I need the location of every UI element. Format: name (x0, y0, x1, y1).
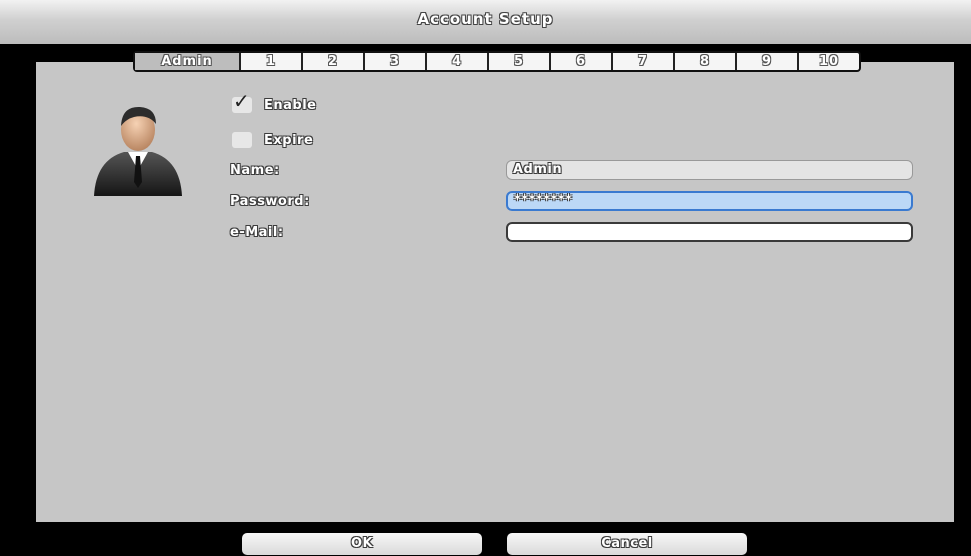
tab-1[interactable]: 1 (239, 53, 301, 70)
enable-label: Enable (264, 97, 317, 113)
enable-checkbox[interactable]: ✓ (232, 89, 252, 113)
tab-2[interactable]: 2 (301, 53, 363, 70)
window-title: Account Setup (417, 10, 554, 28)
name-label: Name: (230, 163, 280, 178)
tab-3[interactable]: 3 (363, 53, 425, 70)
enable-row[interactable]: ✓ Enable (232, 89, 317, 113)
tab-6[interactable]: 6 (549, 53, 611, 70)
tab-9[interactable]: 9 (735, 53, 797, 70)
expire-row[interactable]: Expire (232, 132, 313, 148)
tab-admin[interactable]: Admin (135, 53, 239, 70)
password-field[interactable]: ******** (506, 191, 913, 211)
tab-8[interactable]: 8 (673, 53, 735, 70)
expire-label: Expire (264, 132, 314, 148)
tab-10[interactable]: 10 (797, 53, 859, 70)
name-field[interactable]: Admin (506, 160, 913, 180)
email-label: e-Mail: (230, 225, 284, 240)
password-label: Password: (230, 194, 310, 209)
account-tabs: Admin 1 2 3 4 5 6 7 8 9 10 (133, 51, 861, 72)
title-bar: Account Setup (0, 0, 971, 44)
email-field[interactable] (506, 222, 913, 242)
tab-4[interactable]: 4 (425, 53, 487, 70)
cancel-button[interactable]: Cancel (507, 533, 747, 555)
ok-button[interactable]: OK (242, 533, 482, 555)
tab-7[interactable]: 7 (611, 53, 673, 70)
expire-checkbox[interactable] (232, 132, 252, 148)
user-avatar-icon (94, 106, 182, 196)
tab-5[interactable]: 5 (487, 53, 549, 70)
checkmark-icon: ✓ (233, 89, 250, 113)
